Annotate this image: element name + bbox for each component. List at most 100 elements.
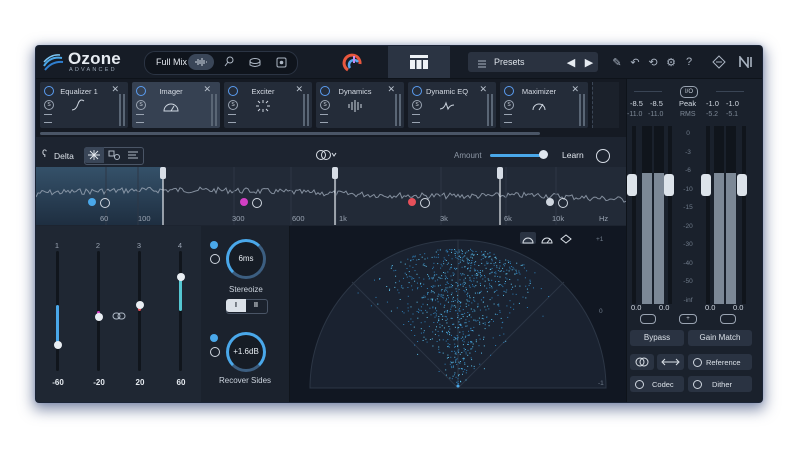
- module-menu-icon[interactable]: [136, 114, 144, 123]
- reference-button[interactable]: Reference: [688, 354, 752, 370]
- module-chain-scrollbar[interactable]: [40, 132, 540, 135]
- module-solo-icon[interactable]: S: [504, 100, 514, 110]
- input-fader-track-right[interactable]: [668, 126, 672, 304]
- module-input-fader[interactable]: [211, 94, 213, 126]
- close-icon[interactable]: ✕: [203, 84, 211, 95]
- help-icon[interactable]: ?: [682, 55, 696, 69]
- band-2-power-icon[interactable]: [240, 198, 248, 206]
- module-output-fader[interactable]: [583, 94, 585, 126]
- module-menu-icon[interactable]: [320, 114, 328, 123]
- module-output-fader[interactable]: [123, 94, 125, 126]
- band-3-solo-icon[interactable]: [420, 198, 430, 208]
- module-output-fader[interactable]: [399, 94, 401, 126]
- add-module-slot[interactable]: [592, 82, 619, 128]
- reset-icon[interactable]: [596, 149, 610, 163]
- band-4-solo-icon[interactable]: [558, 198, 568, 208]
- mix-mode-stereo-button[interactable]: [188, 54, 214, 70]
- band-3-width-slider[interactable]: [138, 251, 141, 371]
- band-3-width-handle[interactable]: [135, 301, 144, 309]
- band-2-solo-icon[interactable]: [252, 198, 262, 208]
- mix-mode-drums-button[interactable]: [242, 54, 268, 70]
- recover-sides-power-icon[interactable]: [210, 334, 218, 342]
- scope-polar-level-button[interactable]: [539, 232, 555, 244]
- stereoize-mode-ii-button[interactable]: II: [246, 299, 266, 312]
- module-slot-dynamic-eq[interactable]: S Dynamic EQ ✕: [408, 82, 496, 128]
- module-input-fader[interactable]: [487, 94, 489, 126]
- band-mode-link-button[interactable]: [105, 147, 123, 163]
- gain-match-button[interactable]: Gain Match: [688, 330, 752, 346]
- module-solo-icon[interactable]: S: [320, 100, 330, 110]
- stereoize-mode-i-button[interactable]: I: [226, 299, 246, 312]
- mix-mode-vocal-button[interactable]: [216, 54, 242, 70]
- module-solo-icon[interactable]: S: [44, 100, 54, 110]
- module-solo-icon[interactable]: S: [412, 100, 422, 110]
- scope-lissajous-button[interactable]: [558, 232, 574, 244]
- band-mode-shape-button[interactable]: [124, 147, 142, 163]
- module-menu-icon[interactable]: [504, 114, 512, 123]
- band-2-width-handle[interactable]: [94, 313, 103, 321]
- input-link-icon[interactable]: [640, 314, 656, 324]
- history-icon[interactable]: ⟲: [646, 55, 660, 69]
- gear-icon[interactable]: ⚙: [664, 55, 678, 69]
- input-meter-collapse-icon[interactable]: [634, 83, 662, 92]
- band-1-power-icon[interactable]: [88, 198, 96, 206]
- output-gain-fader-handle-right[interactable]: [737, 174, 747, 196]
- recover-sides-solo-icon[interactable]: [210, 347, 220, 357]
- ear-icon[interactable]: ʕ: [42, 149, 47, 160]
- close-icon[interactable]: ✕: [387, 84, 395, 95]
- preset-prev-icon[interactable]: ◀: [564, 55, 578, 69]
- preset-next-icon[interactable]: ▶: [582, 55, 596, 69]
- module-slot-maximizer[interactable]: S Maximizer ✕: [500, 82, 588, 128]
- output-fader-track[interactable]: [706, 126, 710, 304]
- input-fader-track[interactable]: [632, 126, 636, 304]
- module-menu-icon[interactable]: [412, 114, 420, 123]
- swap-channels-button[interactable]: [657, 354, 684, 370]
- pencil-icon[interactable]: ✎: [610, 55, 624, 69]
- band-4-power-icon[interactable]: [546, 198, 554, 206]
- module-solo-icon[interactable]: S: [228, 100, 238, 110]
- module-output-fader[interactable]: [491, 94, 493, 126]
- io-offset-link-icon[interactable]: +: [679, 314, 697, 324]
- stereoize-power-icon[interactable]: [210, 241, 218, 249]
- module-view-button[interactable]: [388, 46, 450, 78]
- output-gain-fader-handle[interactable]: [701, 174, 711, 196]
- band-4-width-handle[interactable]: [176, 273, 185, 282]
- mono-button[interactable]: [630, 354, 654, 370]
- band-1-solo-icon[interactable]: [100, 198, 110, 208]
- module-slot-equalizer-1[interactable]: S Equalizer 1 ✕: [40, 82, 128, 128]
- presets-dropdown[interactable]: [468, 52, 598, 72]
- stereo-link-icon[interactable]: [314, 148, 338, 162]
- input-gain-fader-handle-right[interactable]: [664, 174, 674, 196]
- band-mode-multiband-button[interactable]: [84, 147, 104, 163]
- module-output-fader[interactable]: [215, 94, 217, 126]
- close-icon[interactable]: ✕: [571, 84, 579, 95]
- band-1-width-handle[interactable]: [53, 340, 62, 349]
- delta-button[interactable]: Delta: [54, 151, 74, 161]
- module-output-fader[interactable]: [307, 94, 309, 126]
- bypass-button[interactable]: Bypass: [630, 330, 684, 346]
- input-gain-fader-handle[interactable]: [627, 174, 637, 196]
- module-slot-imager[interactable]: S Imager ✕: [132, 82, 220, 128]
- stereoize-solo-icon[interactable]: [210, 254, 220, 264]
- output-link-icon[interactable]: [720, 314, 736, 324]
- output-fader-track-right[interactable]: [742, 126, 746, 304]
- module-menu-icon[interactable]: [228, 114, 236, 123]
- dither-button[interactable]: Dither: [688, 376, 752, 392]
- full-mix-label[interactable]: Full Mix: [156, 57, 187, 67]
- link-bands-chain-icon[interactable]: [112, 308, 126, 320]
- close-icon[interactable]: ✕: [479, 84, 487, 95]
- mix-mode-instruments-button[interactable]: [268, 54, 294, 70]
- codec-button[interactable]: Codec: [630, 376, 684, 392]
- module-menu-icon[interactable]: [44, 114, 52, 123]
- module-solo-icon[interactable]: S: [136, 100, 146, 110]
- output-meter-collapse-icon[interactable]: [716, 83, 744, 92]
- module-input-fader[interactable]: [395, 94, 397, 126]
- close-icon[interactable]: ✕: [111, 84, 119, 95]
- module-slot-dynamics[interactable]: S Dynamics ✕: [316, 82, 404, 128]
- spectrum-display[interactable]: [36, 167, 627, 225]
- band-3-power-icon[interactable]: [408, 198, 416, 206]
- assistant-icon[interactable]: [336, 50, 372, 76]
- amount-slider-handle[interactable]: [538, 150, 548, 159]
- undo-icon[interactable]: ↶: [628, 55, 642, 69]
- module-input-fader[interactable]: [119, 94, 121, 126]
